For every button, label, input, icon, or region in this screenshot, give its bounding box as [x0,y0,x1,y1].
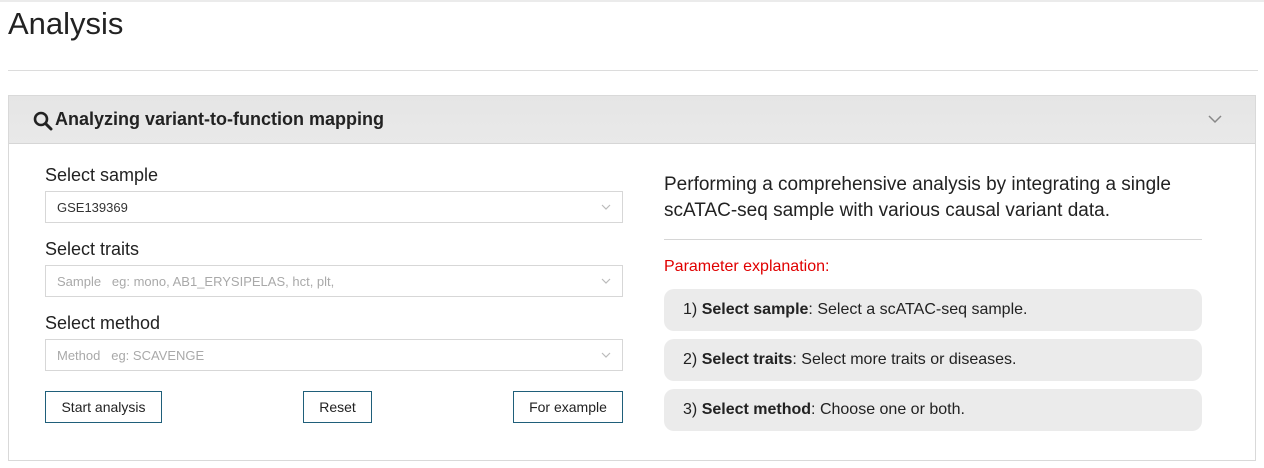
analysis-description: Performing a comprehensive analysis by i… [664,174,1171,221]
select-traits-label: Select traits [45,239,140,259]
param-description: : Select more traits or diseases. [792,351,1017,368]
panel-header[interactable]: Analyzing variant-to-function mapping [9,96,1255,144]
search-icon [33,111,53,131]
traits-placeholder-text: eg: mono, AB1_ERYSIPELAS, hct, plt, [111,274,335,289]
sample-select[interactable]: GSE139369 [45,191,623,223]
traits-select[interactable]: Sample eg: mono, AB1_ERYSIPELAS, hct, pl… [45,265,623,297]
panel-title: Analyzing variant-to-function mapping [55,109,384,129]
method-placeholder-text: eg: SCAVENGE [111,348,205,363]
title-divider [8,70,1258,71]
param-name: Select sample [701,301,809,318]
chevron-down-icon [601,204,611,210]
param-number: 1) [683,301,698,318]
param-name: Select traits [701,351,793,368]
page-title: Analysis [8,6,124,41]
chevron-down-icon [601,278,611,284]
param-card-sample: 1) Select sample: Select a scATAC-seq sa… [664,289,1202,331]
param-number: 2) [683,351,698,368]
method-select-placeholder: Method eg: SCAVENGE [57,348,204,363]
param-number: 3) [683,401,698,418]
traits-select-placeholder: Sample eg: mono, AB1_ERYSIPELAS, hct, pl… [57,274,334,289]
select-method-label: Select method [45,313,161,333]
analysis-panel: Analyzing variant-to-function mapping Se… [8,95,1256,461]
reset-button[interactable]: Reset [303,391,372,423]
description-divider [664,239,1202,240]
param-card-traits: 2) Select traits: Select more traits or … [664,339,1202,381]
parameter-explanation-heading: Parameter explanation: [664,258,830,275]
sample-select-value: GSE139369 [57,200,128,215]
param-card-method: 3) Select method: Choose one or both. [664,389,1202,431]
param-description: : Choose one or both. [811,401,965,418]
method-select[interactable]: Method eg: SCAVENGE [45,339,623,371]
select-sample-label: Select sample [45,165,159,185]
param-name: Select method [701,401,812,418]
traits-placeholder-prefix: Sample [57,274,102,289]
top-strip [0,0,1264,2]
chevron-down-icon [601,352,611,358]
param-description: : Select a scATAC-seq sample. [808,301,1028,318]
start-analysis-button[interactable]: Start analysis [45,391,162,423]
for-example-button[interactable]: For example [513,391,623,423]
method-placeholder-prefix: Method [57,348,101,363]
chevron-down-icon[interactable] [1207,111,1223,127]
